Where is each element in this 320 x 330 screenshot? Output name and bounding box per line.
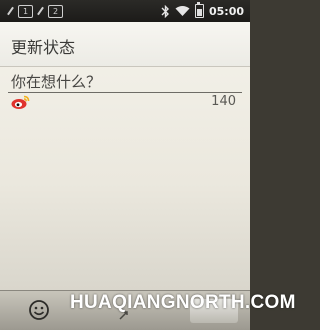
battery-icon xyxy=(194,2,204,18)
input-underline xyxy=(8,92,242,93)
no-signal-icon xyxy=(7,6,14,16)
compose-screen: 更新状态 你在想什么？ 140 xyxy=(0,22,250,290)
sim-indicators: 1 2 xyxy=(6,4,63,18)
watermark: HUAQIANGNORTH.COM xyxy=(70,292,296,313)
status-bar: 1 2 05:00 xyxy=(0,0,250,22)
smiley-icon[interactable] xyxy=(28,299,50,321)
status-input-placeholder: 你在想什么？ xyxy=(11,73,102,91)
sim2-badge: 2 xyxy=(48,4,63,18)
weibo-icon xyxy=(11,95,30,109)
clock: 05:00 xyxy=(208,4,244,18)
title-bar: 更新状态 xyxy=(0,22,250,67)
sim1-badge: 1 xyxy=(18,4,33,18)
no-signal-icon xyxy=(37,6,44,16)
status-icons: 05:00 xyxy=(161,2,244,20)
status-input[interactable]: 你在想什么？ 140 xyxy=(8,66,242,112)
page-title: 更新状态 xyxy=(11,38,76,57)
wifi-icon xyxy=(175,6,190,16)
char-counter: 140 xyxy=(211,94,236,109)
bluetooth-icon xyxy=(161,4,169,18)
